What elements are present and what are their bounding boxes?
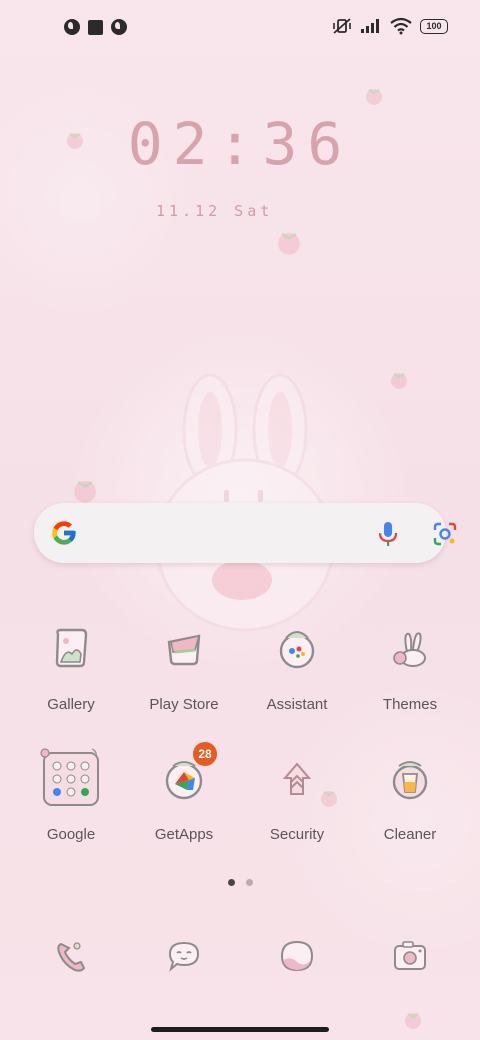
square-notification-icon	[88, 20, 103, 35]
messages-icon[interactable]	[164, 936, 204, 976]
app-label: Google	[46, 826, 96, 843]
app-assistant[interactable]: Assistant	[242, 624, 352, 713]
security-icon	[282, 762, 312, 795]
app-label: Gallery	[47, 696, 95, 713]
google-folder-icon	[40, 748, 99, 806]
muted-vibrate-icon	[333, 18, 351, 34]
strawberry-decoration-icon	[74, 480, 96, 503]
app-label: GetApps	[154, 826, 214, 843]
strawberry-decoration-icon	[391, 373, 407, 389]
app-label: Play Store	[149, 696, 219, 713]
page-dot-active	[228, 879, 235, 886]
app-label: Cleaner	[383, 826, 437, 843]
app-cleaner[interactable]: Cleaner	[355, 754, 465, 843]
phone-icon[interactable]	[51, 936, 91, 976]
app-google-folder[interactable]: Google	[16, 748, 126, 843]
google-search-bar[interactable]	[34, 503, 457, 563]
themes-icon	[393, 632, 426, 667]
browser-icon[interactable]	[277, 936, 317, 976]
app-security[interactable]: Security	[242, 754, 352, 843]
lens-camera-icon[interactable]	[432, 521, 458, 547]
app-gallery[interactable]: Gallery	[16, 624, 126, 713]
app-notification-icon	[111, 19, 127, 35]
play-store-icon	[167, 634, 201, 666]
battery-icon: 100	[420, 18, 448, 34]
camera-icon[interactable]	[390, 936, 430, 976]
strawberry-decoration-icon	[366, 89, 382, 105]
gesture-home-bar[interactable]	[151, 1027, 329, 1032]
gallery-icon	[55, 628, 88, 668]
cleaner-icon	[392, 761, 428, 800]
strawberry-decoration-icon	[405, 1013, 421, 1029]
wifi-icon	[390, 17, 412, 35]
app-themes[interactable]: Themes	[355, 624, 465, 713]
app-notification-icon	[64, 19, 80, 35]
page-indicator[interactable]	[228, 879, 253, 886]
google-g-icon	[52, 521, 76, 545]
app-label: Themes	[382, 696, 438, 713]
app-play-store[interactable]: Play Store	[129, 624, 239, 713]
app-label: Assistant	[266, 696, 328, 713]
app-label: Security	[269, 826, 325, 843]
assistant-icon	[279, 631, 315, 669]
mic-icon[interactable]	[377, 521, 399, 547]
notification-icons	[64, 19, 127, 35]
notification-badge: 28	[193, 742, 217, 766]
strawberry-decoration-icon	[278, 232, 300, 255]
status-bar: 100	[0, 0, 480, 56]
clock-time[interactable]: 02:36	[0, 110, 480, 178]
app-getapps[interactable]: 28 GetApps	[129, 742, 239, 843]
clock-date[interactable]: 11.12 Sat	[156, 202, 273, 220]
signal-icon	[361, 19, 379, 33]
system-icons: 100	[332, 17, 448, 35]
page-dot	[246, 879, 253, 886]
